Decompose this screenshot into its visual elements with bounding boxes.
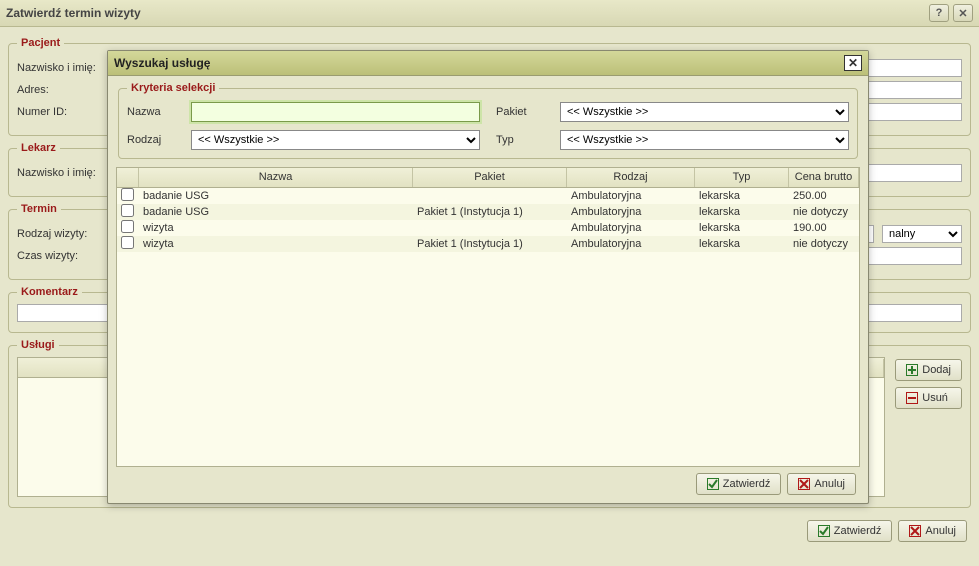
row-nazwa: badanie USG (139, 205, 413, 219)
modal-title: Wyszukaj usługę (114, 56, 210, 70)
row-cena: 250.00 (789, 189, 859, 203)
row-typ: lekarska (695, 221, 789, 235)
criteria-fieldset: Kryteria selekcji Nazwa Pakiet << Wszyst… (118, 82, 858, 159)
row-checkbox[interactable] (121, 220, 134, 233)
row-nazwa: badanie USG (139, 189, 413, 203)
check-icon (707, 478, 719, 490)
remove-button-label: Usuń (922, 392, 948, 404)
col-rodzaj[interactable]: Rodzaj (567, 168, 695, 187)
select-termin-extra[interactable]: nalny (882, 225, 962, 243)
table-row[interactable]: badanie USGPakiet 1 (Instytucja 1)Ambula… (117, 204, 859, 220)
crit-select-rodzaj[interactable]: << Wszystkie >> (191, 130, 480, 150)
label-adres: Adres: (17, 84, 107, 96)
table-row[interactable]: wizyta Ambulatoryjnalekarska190.00 (117, 220, 859, 236)
crit-select-typ[interactable]: << Wszystkie >> (560, 130, 849, 150)
col-cena[interactable]: Cena brutto (789, 168, 859, 187)
legend-termin: Termin (17, 203, 61, 215)
legend-lekarz: Lekarz (17, 142, 60, 154)
row-pakiet: Pakiet 1 (Instytucja 1) (413, 205, 567, 219)
row-checkbox[interactable] (121, 236, 134, 249)
plus-icon (906, 364, 918, 376)
row-cena: nie dotyczy (789, 205, 859, 219)
crit-label-typ: Typ (496, 134, 544, 146)
label-nazwisko: Nazwisko i imię: (17, 62, 107, 74)
col-typ[interactable]: Typ (695, 168, 789, 187)
row-checkbox[interactable] (121, 204, 134, 217)
label-lekarz-nazwisko: Nazwisko i imię: (17, 167, 107, 179)
modal-title-bar: Wyszukaj usługę ✕ (108, 51, 868, 76)
crit-label-rodzaj: Rodzaj (127, 134, 175, 146)
main-title-bar: Zatwierdź termin wizyty ? ✕ (0, 0, 979, 27)
search-service-modal: Wyszukaj usługę ✕ Kryteria selekcji Nazw… (107, 50, 869, 504)
legend-uslugi: Usługi (17, 339, 59, 351)
results-grid: Nazwa Pakiet Rodzaj Typ Cena brutto bada… (116, 167, 860, 467)
criteria-legend: Kryteria selekcji (127, 82, 219, 94)
label-rodzaj-wizyty: Rodzaj wizyty: (17, 228, 107, 240)
row-typ: lekarska (695, 237, 789, 251)
check-icon (818, 525, 830, 537)
close-button[interactable]: ✕ (953, 4, 973, 22)
row-rodzaj: Ambulatoryjna (567, 237, 695, 251)
row-typ: lekarska (695, 205, 789, 219)
table-row[interactable]: wizytaPakiet 1 (Instytucja 1)Ambulatoryj… (117, 236, 859, 252)
cancel-icon (798, 478, 810, 490)
cancel-icon (909, 525, 921, 537)
label-numerid: Numer ID: (17, 106, 107, 118)
row-nazwa: wizyta (139, 221, 413, 235)
add-service-button[interactable]: Dodaj (895, 359, 962, 381)
col-nazwa[interactable]: Nazwa (139, 168, 413, 187)
main-cancel-label: Anuluj (925, 525, 956, 537)
results-header: Nazwa Pakiet Rodzaj Typ Cena brutto (117, 168, 859, 188)
row-cena: 190.00 (789, 221, 859, 235)
row-typ: lekarska (695, 189, 789, 203)
row-rodzaj: Ambulatoryjna (567, 221, 695, 235)
row-pakiet (413, 195, 567, 197)
col-pakiet[interactable]: Pakiet (413, 168, 567, 187)
help-button[interactable]: ? (929, 4, 949, 22)
crit-label-pakiet: Pakiet (496, 106, 544, 118)
modal-cancel-label: Anuluj (814, 478, 845, 490)
row-checkbox[interactable] (121, 188, 134, 201)
crit-select-pakiet[interactable]: << Wszystkie >> (560, 102, 849, 122)
label-czas-wizyty: Czas wizyty: (17, 250, 107, 262)
modal-ok-button[interactable]: Zatwierdź (696, 473, 782, 495)
main-cancel-button[interactable]: Anuluj (898, 520, 967, 542)
main-ok-button[interactable]: Zatwierdź (807, 520, 893, 542)
row-pakiet (413, 227, 567, 229)
row-pakiet: Pakiet 1 (Instytucja 1) (413, 237, 567, 251)
crit-label-nazwa: Nazwa (127, 106, 175, 118)
row-nazwa: wizyta (139, 237, 413, 251)
remove-service-button[interactable]: Usuń (895, 387, 962, 409)
row-cena: nie dotyczy (789, 237, 859, 251)
legend-komentarz: Komentarz (17, 286, 82, 298)
modal-close-button[interactable]: ✕ (844, 55, 862, 71)
row-rodzaj: Ambulatoryjna (567, 205, 695, 219)
minus-icon (906, 392, 918, 404)
row-rodzaj: Ambulatoryjna (567, 189, 695, 203)
main-title: Zatwierdź termin wizyty (6, 6, 141, 20)
legend-pacjent: Pacjent (17, 37, 64, 49)
modal-cancel-button[interactable]: Anuluj (787, 473, 856, 495)
crit-input-nazwa[interactable] (191, 102, 480, 122)
add-button-label: Dodaj (922, 364, 951, 376)
table-row[interactable]: badanie USG Ambulatoryjnalekarska250.00 (117, 188, 859, 204)
modal-ok-label: Zatwierdź (723, 478, 771, 490)
main-ok-label: Zatwierdź (834, 525, 882, 537)
